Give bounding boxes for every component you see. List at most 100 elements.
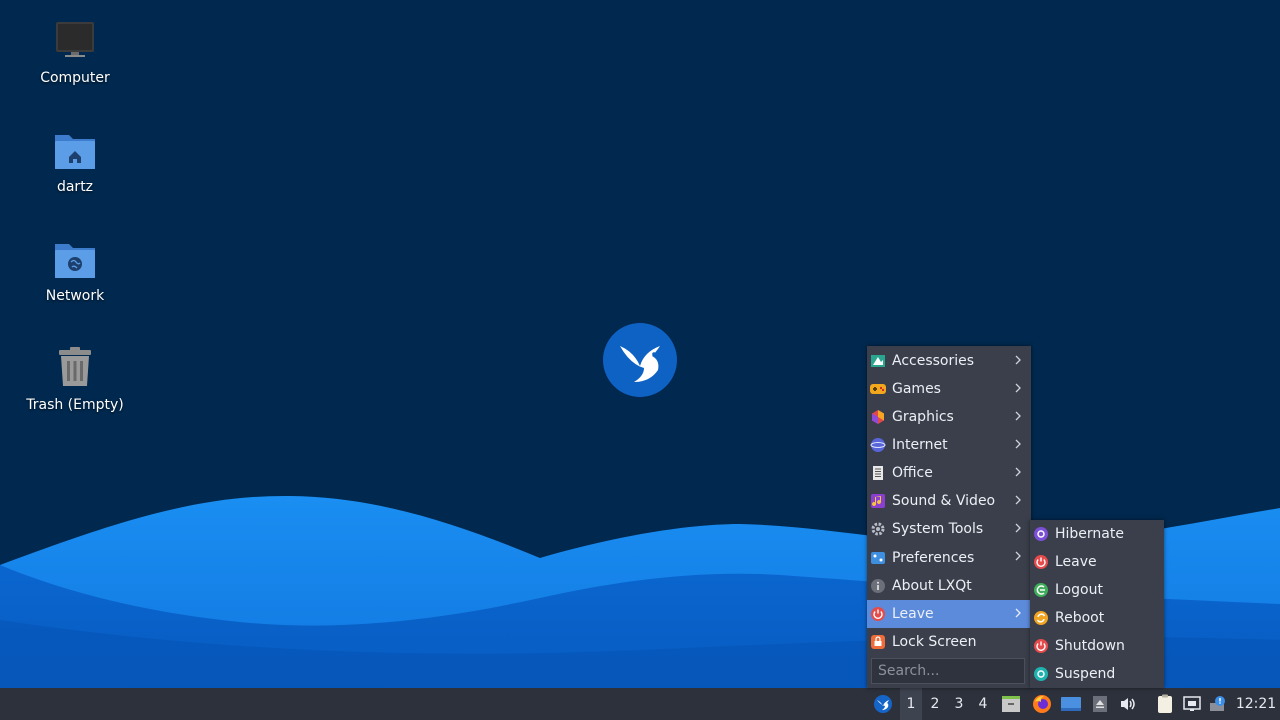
notification-icon — [1210, 696, 1225, 711]
network-folder-icon — [55, 244, 95, 278]
volume-button[interactable] — [1117, 688, 1139, 720]
desktop-icon-label: dartz — [56, 179, 94, 195]
menu-item-label: Internet — [892, 437, 948, 453]
menu-item-hibernate[interactable]: Hibernate — [1030, 520, 1164, 548]
menu-item-leave[interactable]: Leave — [867, 600, 1031, 628]
hibernate-icon — [1034, 527, 1048, 541]
menu-item-shutdown[interactable]: Shutdown — [1030, 632, 1164, 660]
distro-logo-icon — [603, 323, 677, 397]
lock-icon — [871, 635, 885, 649]
menu-item-label: Preferences — [892, 549, 975, 566]
desktop-icon-network[interactable]: Network — [20, 236, 130, 304]
power-icon — [1034, 555, 1048, 569]
chevron-right-icon — [1015, 439, 1021, 449]
firefox-icon — [1033, 695, 1051, 713]
menu-item-label: Suspend — [1055, 666, 1116, 682]
main-menu-button[interactable] — [869, 688, 897, 720]
menu-item-lock-screen[interactable]: Lock Screen — [867, 628, 1031, 656]
desktop-icon-computer[interactable]: Computer — [20, 18, 130, 86]
menu-item-label: Leave — [892, 606, 934, 622]
clock[interactable]: 12:21 — [1233, 688, 1279, 720]
network-wired-icon — [1183, 696, 1201, 711]
leave-submenu: Hibernate Leave Logout Reboot Shutdown S… — [1030, 520, 1164, 688]
desktop-icon — [1061, 697, 1081, 711]
info-icon — [871, 579, 885, 593]
desktop-icon-home[interactable]: dartz — [20, 127, 130, 195]
workspace-2-button[interactable]: 2 — [924, 688, 946, 720]
menu-item-system-tools[interactable]: System Tools — [867, 515, 1031, 543]
logout-icon — [1034, 583, 1048, 597]
chevron-right-icon — [1015, 523, 1021, 533]
menu-item-label: Games — [892, 381, 941, 397]
menu-item-about-lxqt[interactable]: About LXQt — [867, 572, 1031, 600]
menu-item-label: Lock Screen — [892, 634, 977, 650]
power-icon — [871, 607, 885, 621]
menu-item-label: Accessories — [892, 353, 975, 369]
menu-item-label: Reboot — [1055, 610, 1105, 626]
network-status-button[interactable] — [1181, 688, 1203, 720]
menu-item-label: Graphics — [892, 409, 954, 425]
internet-icon — [870, 438, 886, 452]
chevron-right-icon — [1015, 608, 1021, 618]
clipboard-icon — [1158, 694, 1172, 713]
graphics-icon — [872, 410, 884, 424]
menu-search-input[interactable] — [871, 658, 1025, 684]
menu-item-preferences[interactable]: Preferences — [867, 543, 1031, 572]
application-menu: Accessories Games Graphics Internet Offi… — [867, 346, 1031, 688]
desktop-icon-label: Computer — [40, 70, 110, 86]
taskbar-panel: 1 2 3 4 12:21 — [0, 688, 1280, 720]
clipboard-button[interactable] — [1154, 688, 1176, 720]
menu-item-label: Leave — [1055, 554, 1097, 570]
desktop-icon-label: Network — [45, 288, 105, 304]
accessories-icon — [871, 355, 885, 367]
menu-item-logout[interactable]: Logout — [1030, 576, 1164, 604]
eject-icon — [1093, 696, 1107, 712]
shutdown-icon — [1034, 639, 1048, 653]
computer-icon — [56, 22, 94, 57]
games-icon — [870, 384, 886, 394]
menu-item-label: Office — [892, 465, 933, 481]
file-manager-launcher[interactable] — [999, 688, 1023, 720]
menu-item-sound-video[interactable]: Sound & Video — [867, 487, 1031, 515]
menu-item-label: Shutdown — [1055, 638, 1125, 654]
menu-item-label: Logout — [1055, 582, 1103, 598]
firefox-launcher[interactable] — [1029, 688, 1055, 720]
suspend-icon — [1034, 667, 1048, 681]
menu-item-label: About LXQt — [892, 578, 972, 594]
chevron-right-icon — [1015, 383, 1021, 393]
menu-item-suspend[interactable]: Suspend — [1030, 660, 1164, 688]
workspace-3-button[interactable]: 3 — [948, 688, 970, 720]
volume-icon — [1121, 698, 1135, 710]
home-folder-icon — [55, 135, 95, 169]
menu-item-leave-action[interactable]: Leave — [1030, 548, 1164, 576]
chevron-right-icon — [1015, 551, 1021, 561]
chevron-right-icon — [1015, 495, 1021, 505]
menu-item-label: Hibernate — [1055, 526, 1124, 542]
menu-item-label: Sound & Video — [892, 493, 996, 509]
workspace-4-button[interactable]: 4 — [972, 688, 994, 720]
chevron-right-icon — [1015, 411, 1021, 421]
distro-logo-icon — [874, 695, 892, 713]
show-desktop-button[interactable] — [1058, 688, 1084, 720]
system-tools-icon — [871, 522, 885, 536]
menu-item-office[interactable]: Office — [867, 459, 1031, 487]
chevron-right-icon — [1015, 355, 1021, 365]
update-notifier-button[interactable] — [1207, 688, 1229, 720]
desktop-icon-label: Trash (Empty) — [26, 397, 124, 413]
trash-icon — [59, 347, 91, 386]
office-icon — [873, 466, 883, 480]
menu-item-accessories[interactable]: Accessories — [867, 347, 1031, 375]
menu-item-graphics[interactable]: Graphics — [867, 403, 1031, 431]
menu-item-reboot[interactable]: Reboot — [1030, 604, 1164, 632]
desktop-icon-trash[interactable]: Trash (Empty) — [20, 345, 130, 413]
menu-item-label: System Tools — [892, 521, 984, 537]
file-manager-icon — [1002, 696, 1020, 712]
workspace-1-button[interactable]: 1 — [900, 688, 922, 720]
menu-item-games[interactable]: Games — [867, 375, 1031, 403]
sound-video-icon — [871, 494, 885, 508]
eject-button[interactable] — [1089, 688, 1111, 720]
preferences-icon — [871, 551, 885, 564]
menu-item-internet[interactable]: Internet — [867, 431, 1031, 459]
reboot-icon — [1034, 611, 1048, 625]
chevron-right-icon — [1015, 467, 1021, 477]
